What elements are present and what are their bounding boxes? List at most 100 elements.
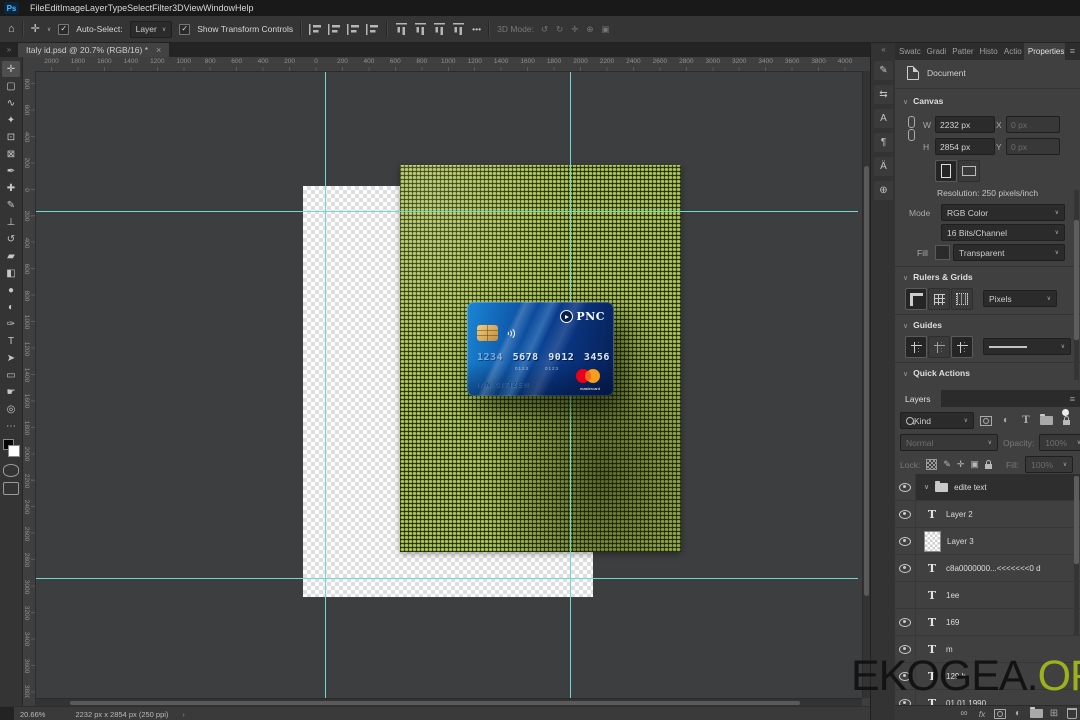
- orientation-landscape-button[interactable]: [958, 160, 980, 182]
- layer-name[interactable]: c8a0000000...<<<<<<<0 d: [946, 564, 1041, 573]
- tool-rectangle[interactable]: ▭: [2, 367, 20, 383]
- move-tool-icon[interactable]: ✛: [31, 23, 40, 35]
- chevron-down-icon[interactable]: ∨: [47, 26, 51, 33]
- fill-swatch[interactable]: [935, 245, 950, 260]
- rulers-grids-section-header[interactable]: ∨ Rulers & Grids: [903, 272, 973, 282]
- filter-adjustment-layers-icon[interactable]: ◐: [998, 414, 1014, 428]
- align-center-icon[interactable]: [328, 23, 342, 35]
- guide-style-dropdown[interactable]: ∨: [983, 338, 1071, 355]
- credit-card-layer[interactable]: PNC 1234 5678 9012 3456 0123 0123 IAN CI…: [467, 302, 614, 396]
- tool-history-brush[interactable]: ↺: [2, 231, 20, 247]
- background-color-swatch[interactable]: [8, 445, 20, 457]
- auto-select-checkbox[interactable]: ✓: [58, 23, 70, 35]
- tab-gradi[interactable]: Gradi: [923, 42, 949, 60]
- glyphs-panel-icon[interactable]: Ä: [874, 157, 893, 176]
- horizontal-guide[interactable]: [35, 578, 858, 579]
- menu-item-layer[interactable]: Layer: [85, 3, 108, 13]
- zoom-level-field[interactable]: 20.66%: [20, 710, 45, 719]
- tool-quick-selection[interactable]: ✦: [2, 112, 20, 128]
- tool-gradient[interactable]: ◧: [2, 265, 20, 281]
- layer-row[interactable]: T Layer 2: [895, 501, 1080, 528]
- layer-row[interactable]: Layer 3: [895, 528, 1080, 555]
- align-left-icon[interactable]: [309, 23, 323, 35]
- layer-row-body[interactable]: T 169: [916, 609, 1080, 635]
- height-field[interactable]: 2854 px: [935, 138, 995, 155]
- visibility-toggle[interactable]: [895, 474, 916, 500]
- tool-brush[interactable]: ✎: [2, 197, 20, 213]
- layer-name[interactable]: Layer 3: [947, 537, 974, 546]
- orientation-portrait-button[interactable]: [935, 160, 957, 182]
- filter-pixel-layers-icon[interactable]: [978, 414, 994, 428]
- status-chevron-icon[interactable]: ›: [182, 710, 185, 719]
- guides-section-header[interactable]: ∨ Guides: [903, 320, 942, 330]
- visibility-toggle[interactable]: [895, 528, 916, 554]
- clone-source-panel-icon[interactable]: ⇆: [874, 85, 893, 104]
- link-dimensions-icon[interactable]: [907, 116, 916, 142]
- quick-mask-button[interactable]: [3, 464, 19, 477]
- document-tab[interactable]: Italy id.psd @ 20.7% (RGB/16) * ×: [18, 42, 170, 57]
- tool-marquee[interactable]: ▢: [2, 78, 20, 94]
- menu-item-filter[interactable]: Filter: [152, 3, 172, 13]
- bit-depth-dropdown[interactable]: 16 Bits/Channel ∨: [941, 224, 1065, 241]
- distribute-gaps-icon[interactable]: [453, 22, 465, 36]
- tool-pen[interactable]: ✑: [2, 316, 20, 332]
- new-group-icon[interactable]: [1028, 707, 1044, 720]
- paragraph-panel-icon[interactable]: ¶: [874, 133, 893, 152]
- chevron-down-icon[interactable]: ∨: [924, 483, 929, 491]
- toggle-pixel-grid-button[interactable]: [951, 288, 973, 310]
- quick-actions-section-header[interactable]: ∨ Quick Actions: [903, 368, 970, 378]
- brush-settings-panel-icon[interactable]: ✎: [874, 61, 893, 80]
- new-layer-icon[interactable]: ⊞: [1046, 707, 1062, 720]
- layers-scrollbar[interactable]: [1074, 476, 1079, 636]
- width-field[interactable]: 2232 px: [935, 116, 995, 133]
- panel-menu-icon[interactable]: ≡: [1065, 390, 1080, 407]
- libraries-panel-icon[interactable]: ⊕: [874, 181, 893, 200]
- filter-type-layers-icon[interactable]: T: [1018, 414, 1034, 428]
- layer-name[interactable]: 169: [946, 618, 959, 627]
- lock-transparency-icon[interactable]: [926, 459, 938, 470]
- align-justify-icon[interactable]: [366, 23, 380, 35]
- layer-row[interactable]: ∨ edite text: [895, 474, 1080, 501]
- tool-eraser[interactable]: ▰: [2, 248, 20, 264]
- tool-path-selection[interactable]: ➤: [2, 350, 20, 366]
- tool-blur[interactable]: ●: [2, 282, 20, 298]
- add-mask-icon[interactable]: [992, 707, 1008, 720]
- distribute-right-icon[interactable]: [434, 22, 446, 36]
- tool-hand[interactable]: ☛: [2, 384, 20, 400]
- lock-artboard-icon[interactable]: ▣: [970, 459, 979, 470]
- tab-overflow-icon[interactable]: »: [0, 42, 18, 57]
- tool-zoom[interactable]: ◎: [2, 401, 20, 417]
- lock-guides-button[interactable]: [928, 336, 950, 358]
- filter-group-layers-icon[interactable]: [1038, 414, 1054, 428]
- vertical-scrollbar[interactable]: [862, 71, 870, 698]
- tool-edit-toolbar[interactable]: ⋯: [2, 418, 20, 434]
- tool-eyedropper[interactable]: ✒: [2, 163, 20, 179]
- 3d-orbit-icon[interactable]: ↺: [541, 24, 548, 35]
- fill-dropdown[interactable]: Transparent ∨: [953, 244, 1065, 261]
- distribute-center-icon[interactable]: [415, 22, 427, 36]
- clear-guides-button[interactable]: [951, 336, 973, 358]
- ruler-corner[interactable]: [22, 57, 36, 72]
- menu-item-view[interactable]: View: [184, 3, 203, 13]
- horizontal-ruler[interactable]: 2000 1800 1600 1400 1200 1000 800 600 400 200 0 200…: [35, 57, 862, 72]
- tab-histo[interactable]: Histo: [975, 42, 999, 60]
- layer-row[interactable]: Tc8a0000000...<<<<<<<0 d: [895, 555, 1080, 582]
- panel-menu-icon[interactable]: ≡: [1065, 42, 1080, 60]
- layer-row-body[interactable]: T 1ee: [916, 582, 1080, 608]
- text-layer-thumbnail[interactable]: T: [924, 589, 940, 602]
- visibility-toggle[interactable]: [895, 582, 916, 608]
- vertical-ruler[interactable]: 800 600 400 200 0 200 400 600 800 1000 1200 1400 160…: [22, 71, 36, 698]
- align-right-icon[interactable]: [347, 23, 361, 35]
- filter-toggle-dot[interactable]: [1062, 409, 1069, 416]
- layer-name[interactable]: 1ee: [946, 591, 959, 600]
- menu-item-window[interactable]: Window: [203, 3, 235, 13]
- tab-layers[interactable]: Layers: [895, 390, 941, 407]
- collapse-panels-icon[interactable]: «: [881, 42, 885, 56]
- tab-actio[interactable]: Actio: [1000, 42, 1024, 60]
- lock-position-icon[interactable]: ✛: [957, 459, 965, 470]
- tool-dodge[interactable]: ◐: [2, 299, 20, 315]
- show-transform-checkbox[interactable]: ✓: [179, 23, 191, 35]
- tool-move[interactable]: ✛: [2, 61, 20, 77]
- menu-item-file[interactable]: File: [30, 3, 45, 13]
- layer-effects-icon[interactable]: fx: [974, 707, 990, 720]
